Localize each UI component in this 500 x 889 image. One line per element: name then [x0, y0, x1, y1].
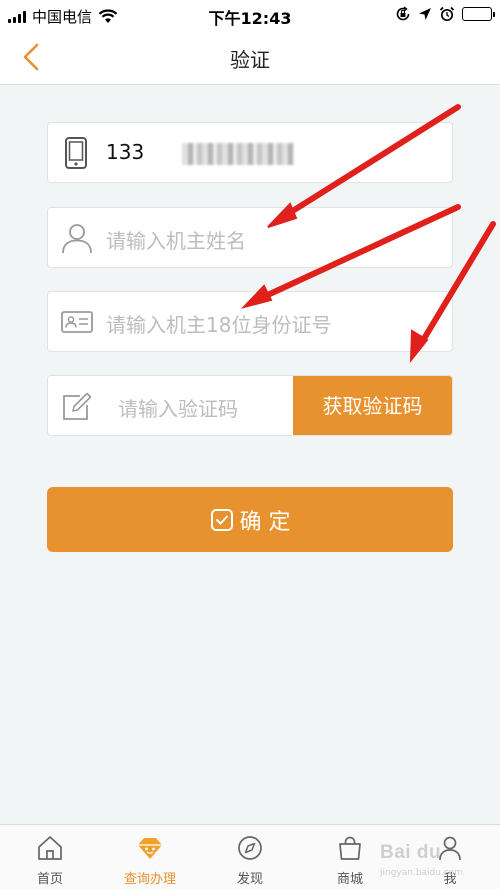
user-icon: [62, 224, 92, 254]
edit-icon: [63, 392, 92, 420]
owner-name-field[interactable]: 请输入机主姓名: [47, 207, 453, 268]
owner-name-placeholder: 请输入机主姓名: [106, 229, 246, 253]
tab-query[interactable]: 查询办理: [100, 825, 200, 889]
tab-home[interactable]: 首页: [0, 825, 100, 889]
page-title: 验证: [230, 48, 270, 72]
tab-discover-label: 发现: [236, 872, 263, 887]
confirm-button[interactable]: 确 定: [47, 487, 453, 552]
id-number-placeholder: 请输入机主18位身份证号: [106, 313, 332, 337]
tab-home-label: 首页: [36, 872, 63, 887]
tab-discover[interactable]: 发现: [200, 825, 300, 889]
location-icon: [419, 8, 431, 20]
id-card-icon: [61, 311, 93, 333]
battery-icon: [462, 7, 495, 21]
status-bar: 中国电信 下午12:43: [0, 0, 500, 30]
verification-code-field: 请输入验证码 获取验证码: [47, 375, 453, 436]
confirm-label: 确 定: [239, 509, 291, 535]
watermark-text: Bai du: [380, 842, 442, 863]
watermark-url: jingyan.baidu.com: [380, 868, 464, 878]
phone-mosaic: [182, 143, 294, 165]
check-square-icon: [210, 508, 233, 531]
verification-code-input[interactable]: 请输入验证码: [118, 393, 238, 422]
tab-query-label: 查询办理: [123, 872, 176, 887]
get-code-button[interactable]: 获取验证码: [293, 376, 452, 435]
diamond-icon: [138, 838, 162, 859]
phone-icon: [65, 137, 87, 169]
phone-field[interactable]: 133: [47, 122, 453, 183]
nav-bar: 验证: [0, 30, 500, 85]
compass-icon: [238, 836, 262, 860]
alarm-icon: [439, 6, 455, 22]
id-number-field[interactable]: 请输入机主18位身份证号: [47, 291, 453, 352]
phone-value: 133: [106, 140, 145, 164]
home-icon: [38, 836, 62, 860]
shopping-bag-icon: [339, 836, 361, 860]
status-right: [395, 6, 495, 22]
baidu-watermark: Bai du jingyan.baidu.com: [380, 836, 498, 886]
orientation-lock-icon: [396, 6, 410, 21]
